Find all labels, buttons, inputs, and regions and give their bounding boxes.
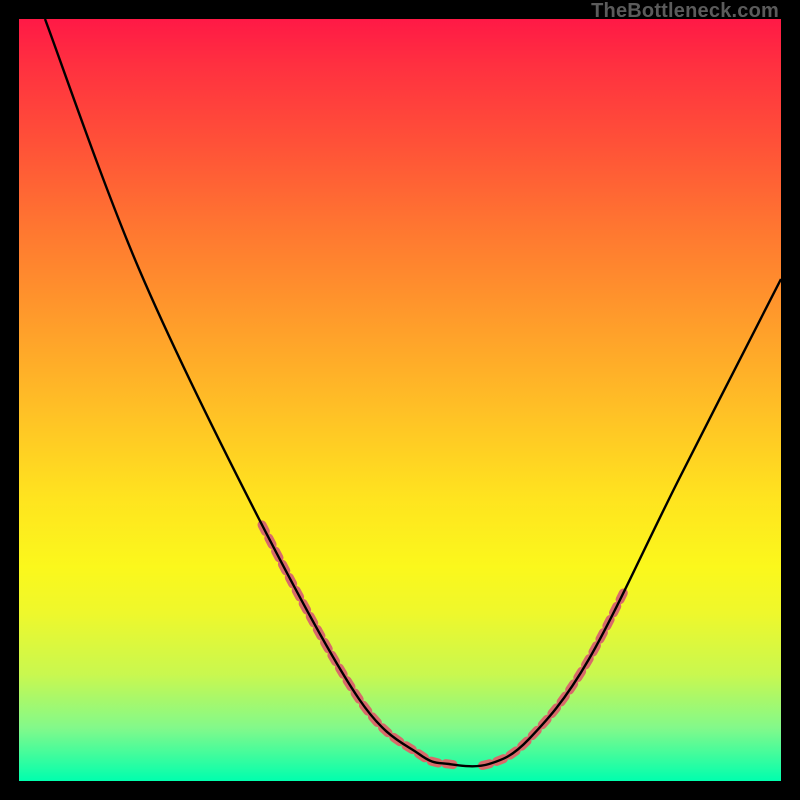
chart-highlight-dashes — [262, 525, 623, 766]
chart-frame: TheBottleneck.com — [0, 0, 800, 800]
chart-canvas — [19, 19, 781, 781]
chart-curve — [45, 19, 781, 766]
watermark-text: TheBottleneck.com — [591, 0, 779, 23]
chart-plot-area — [19, 19, 781, 781]
